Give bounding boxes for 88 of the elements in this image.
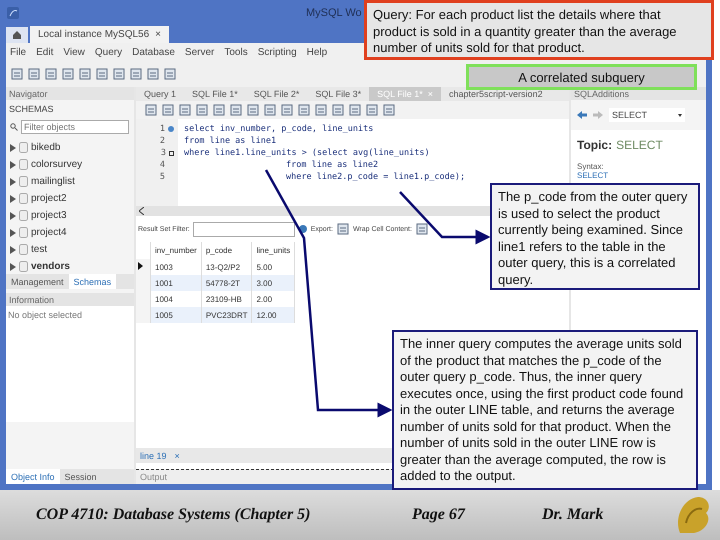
line-number: 2 [160,136,165,146]
column-header[interactable]: line_units [252,242,295,259]
schema-item[interactable]: project3 [31,210,67,221]
statement-icon [168,126,174,132]
expand-icon[interactable] [10,212,16,220]
schema-item[interactable]: mailinglist [31,176,75,187]
table-cell: 1001 [150,275,202,291]
table-cell: 12.00 [252,307,295,323]
app-icon [6,6,20,20]
fold-icon[interactable] [169,150,174,156]
filter-field[interactable]: Filter objects [21,120,129,134]
panel-tab[interactable]: Session [60,469,102,484]
code-line: where line2.p_code = line1.p_code); [286,172,466,182]
line-number: 3 [160,148,166,158]
topic-name: SELECT [616,138,663,152]
callout-box: The p_code from the outer query is used to select the product currently being examined. Since line1 refers to the table in the outer query, this is a correlated query. [490,183,700,290]
current-row-icon [138,262,143,270]
schema-item[interactable]: bikedb [31,142,60,153]
editor-tab[interactable]: chapter5script-version2 [441,87,551,101]
result-filter-field[interactable] [192,222,295,236]
code-line: select inv_number, p_code, line_units [184,124,374,134]
code-line: from line as line1 [184,136,276,146]
topic-dropdown[interactable]: SELECT [609,108,685,122]
page-number: Page 67 [412,506,466,524]
close-icon[interactable]: × [155,29,162,40]
expand-icon[interactable] [10,160,16,168]
menu-item[interactable]: Scripting [258,46,297,58]
panel-tab[interactable]: Object Info [6,469,60,484]
table-cell: PVC23DRT [201,307,252,323]
schema-item[interactable]: colorsurvey [31,159,82,170]
menu-item[interactable]: Server [184,46,214,58]
editor-tab[interactable]: SQL File 2* [246,87,308,101]
editor-tab[interactable]: SQL File 1* [184,87,246,101]
editor-tab[interactable]: SQL File 3* [307,87,370,101]
callout-box: The inner query computes the average units sold of the product that matches the p_code of the outer query p_code. Thus, the inner query executes once, using the first product code found in the outer LINE table, and returns the average number of units sold for that product. When the number of units sold in the outer LINE row is greater than the average computed, the row is added to the output. [392,330,698,490]
syntax-label: Syntax: [577,162,604,171]
expand-icon[interactable] [10,246,16,254]
schema-item[interactable]: vendors [31,261,70,272]
syntax-keyword[interactable]: SELECT [577,171,608,180]
expand-icon[interactable] [10,262,16,270]
line-number: 1 [160,124,165,134]
code-line: where line1.line_units > (select avg(line_units) [184,148,430,158]
menu-item[interactable]: Database [132,46,175,58]
code-line: from line as line2 [286,160,378,170]
result-tab[interactable]: line 19 [140,450,167,460]
topic-label: Topic: [577,138,612,152]
back-icon[interactable] [577,111,587,119]
schema-item[interactable]: project4 [31,227,67,238]
panel-header: Output [140,472,168,482]
connection-tab[interactable]: Local instance MySQL56 × [30,26,170,43]
line-number: 5 [160,172,165,182]
panel-header: Navigator [6,87,134,100]
close-icon[interactable]: × [174,450,180,460]
callout-box: A correlated subquery [466,64,697,90]
column-header[interactable]: p_code [201,242,252,259]
menu-item[interactable]: Edit [36,46,54,58]
caret-icon [678,114,682,116]
home-tab[interactable] [6,27,28,43]
callout-box: Query: For each product list the details where that product is sold in a quantity greater than the average number of units sold for that product. [364,0,714,60]
menu-item[interactable]: Query [94,46,122,58]
menu-item[interactable]: Help [306,46,328,58]
column-header[interactable]: inv_number [150,242,202,259]
schema-item[interactable]: test [31,244,48,255]
menu-item[interactable]: File [10,46,26,58]
panel-tab[interactable]: Management [6,274,69,289]
editor-tab[interactable]: Query 1 [136,87,184,101]
table-cell: 1005 [150,307,202,323]
scroll-left-icon[interactable] [139,207,144,215]
row-header[interactable] [136,259,150,275]
section-title: SCHEMAS [9,104,54,114]
expand-icon[interactable] [10,144,16,152]
panel-header: Information [6,293,134,306]
table-cell: 54778-2T [201,275,252,291]
expand-icon[interactable] [10,194,16,202]
expand-icon[interactable] [10,228,16,236]
refresh-icon[interactable] [298,224,308,234]
panel-tab[interactable]: Schemas [68,274,116,289]
window-title: MySQL Wo [306,7,362,19]
menu-item[interactable]: View [63,46,85,58]
line-number: 4 [160,160,165,170]
info-message: No object selected [8,310,82,320]
menu-item[interactable]: Tools [224,46,248,58]
schema-item[interactable]: project2 [31,193,67,204]
home-icon [12,30,22,40]
table-cell: 3.00 [252,275,295,291]
footer-author: Dr. Mark [542,506,604,524]
expand-icon[interactable] [10,178,16,186]
footer-course: COP 4710: Database Systems (Chapter 5) [36,506,312,524]
